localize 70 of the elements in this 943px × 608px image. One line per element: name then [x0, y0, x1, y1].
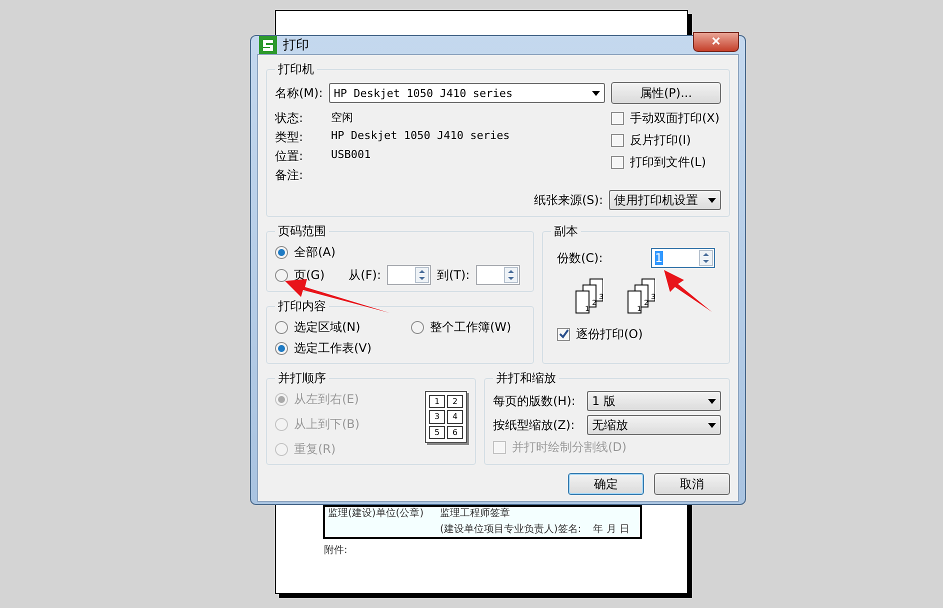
radio-button[interactable] [275, 321, 288, 334]
info-label: 类型: [275, 129, 304, 146]
checkbox-label: 逐份打印(O) [576, 326, 643, 343]
radio-label: 全部(A) [294, 244, 336, 261]
window-title: 打印 [283, 37, 309, 54]
group-title: 并打和缩放 [495, 370, 557, 387]
radio-button[interactable] [275, 246, 288, 259]
group-title: 页码范围 [277, 223, 327, 240]
radio-button[interactable] [275, 268, 288, 282]
radio-label: 选定区域(N) [294, 319, 360, 336]
checkbox[interactable] [611, 134, 624, 147]
info-label: 位置: [275, 148, 304, 165]
from-label: 从(F): [348, 266, 381, 284]
radio-label: 从左到右(E) [294, 391, 359, 408]
page-number: 3 [429, 410, 445, 424]
paper-source-dropdown[interactable]: 使用打印机设置 [609, 190, 721, 210]
radio-button[interactable] [411, 321, 424, 334]
cancel-button[interactable]: 取消 [654, 473, 730, 495]
info-value: 空闲 [331, 110, 354, 126]
printer-dropdown[interactable]: HP Deskjet 1050 J410 series [328, 83, 605, 103]
group-title: 打印机 [277, 61, 315, 78]
radio-label: 从上到下(B) [294, 416, 360, 433]
info-value: USB001 [331, 148, 372, 163]
properties-button[interactable]: 属性(P)... [611, 82, 721, 104]
checkbox[interactable] [611, 112, 624, 125]
scaling-dropdown[interactable]: 1 版 [587, 391, 721, 411]
radio-button[interactable] [275, 342, 288, 355]
page-number: 6 [447, 426, 463, 439]
page-number: 2 [447, 395, 463, 408]
radio-label: 页(G) [294, 266, 325, 284]
table-cell-text: 监理(建设)单位(公章) [327, 507, 425, 521]
from-field[interactable] [386, 265, 431, 285]
caret-icon [708, 198, 716, 202]
caret-icon [708, 398, 716, 404]
name-label: 名称(M): [275, 84, 323, 102]
table-cell-text: (建设单位项目专业负责人)签名: [439, 522, 582, 536]
to-field[interactable] [476, 265, 520, 285]
page-number: 5 [429, 426, 445, 439]
spinner-icon[interactable] [414, 267, 429, 283]
info-label: 状态: [275, 110, 304, 127]
group-title: 副本 [553, 223, 579, 240]
scaling-dropdown[interactable]: 无缩放 [587, 415, 721, 435]
field-label: 按纸型缩放(Z): [493, 416, 575, 434]
copies-label: 份数(C): [557, 250, 603, 266]
info-value: HP Deskjet 1050 J410 series [331, 129, 510, 144]
checkbox-label: 反片打印(I) [630, 132, 691, 149]
caret-icon [592, 90, 600, 96]
group-title: 打印内容 [277, 298, 327, 315]
caret-icon [708, 422, 716, 428]
radio-label: 整个工作簿(W) [430, 319, 512, 336]
page-number: 1 [429, 395, 445, 408]
table-cell-text: 监理工程师签章 [439, 507, 511, 521]
group-title: 并打顺序 [277, 370, 327, 387]
checkbox[interactable] [557, 328, 570, 341]
checkbox-label: 打印到文件(L) [630, 154, 706, 171]
spinner-icon[interactable] [504, 267, 518, 283]
spinner-icon[interactable] [699, 250, 713, 266]
info-label: 备注: [275, 167, 304, 184]
ok-button[interactable]: 确定 [568, 473, 644, 495]
radio-label: 选定工作表(V) [294, 340, 372, 357]
field-label: 每页的版数(H): [493, 392, 576, 410]
radio-label: 重复(R) [294, 441, 336, 458]
table-cell-text: 年 月 日 [592, 522, 631, 536]
checkbox[interactable] [611, 156, 624, 169]
page-number: 4 [447, 410, 463, 424]
checkbox-label: 手动双面打印(X) [630, 110, 720, 127]
attachment-label: 附件: [324, 543, 348, 557]
source-label: 纸张来源(S): [534, 192, 603, 208]
to-label: 到(T): [436, 266, 470, 284]
checkbox-label: 并打时绘制分割线(D) [512, 439, 627, 456]
